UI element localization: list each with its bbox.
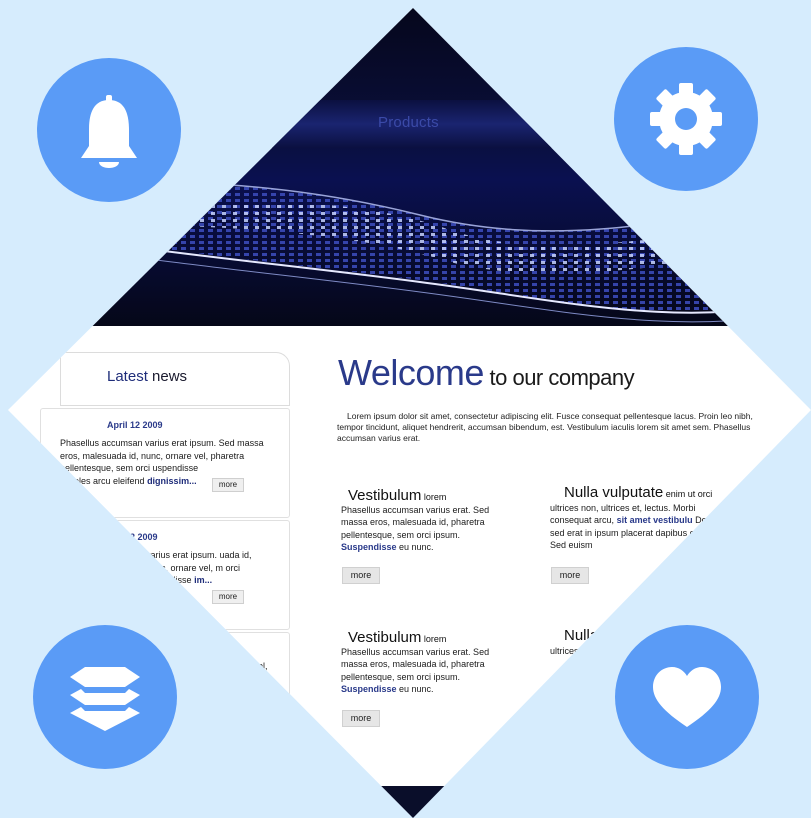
- gear-icon: [650, 83, 722, 155]
- block-link[interactable]: Suspendisse: [341, 542, 397, 552]
- block-more-button[interactable]: more: [342, 710, 380, 727]
- block-link[interactable]: sit amet vestibulu: [617, 515, 693, 525]
- block-text: ultrices non, ultrices et, lectus. Morbi…: [550, 502, 730, 551]
- block-title-main: Vestibulum: [348, 487, 422, 504]
- block-text: Phasellus accumsan varius erat. Sed mass…: [341, 646, 501, 695]
- block-text: Phasellus accumsan varius erat. Sed mass…: [341, 504, 501, 553]
- news-read-link[interactable]: im...: [194, 575, 212, 585]
- welcome-sub: to our company: [483, 365, 635, 390]
- news-more-button[interactable]: more: [212, 478, 244, 492]
- block-title-main: Nulla vulputate: [564, 484, 664, 501]
- block-title: Vestibulum lorem: [348, 629, 446, 646]
- news-more-button[interactable]: more: [212, 590, 244, 604]
- latest-news-title-part1: Latest: [107, 368, 148, 385]
- news-date: April 12 2009: [107, 420, 163, 430]
- block-title-small: lorem: [421, 492, 447, 502]
- block-body: Phasellus accumsan varius erat. Sed mass…: [341, 505, 490, 540]
- block-title: Nulla: [564, 627, 599, 644]
- news-text-tail: eles arcu eleifend dignissim...: [74, 475, 197, 488]
- block-body-end: eu nunc.: [396, 683, 434, 694]
- news-text: Phasellus accumsan varius erat ipsum. Se…: [60, 437, 280, 475]
- block-title-small: lorem: [421, 634, 447, 644]
- bell-icon: [81, 95, 137, 168]
- block-title-small: enim ut orci: [663, 489, 713, 499]
- intro-text: Lorem ipsum dolor sit amet, consectetur …: [337, 411, 753, 443]
- block-title: Vestibulum lorem: [348, 487, 446, 504]
- nav-products-link[interactable]: Products: [378, 114, 439, 131]
- news-tail: eles arcu eleifend: [74, 476, 145, 486]
- latest-news-title: Latest news: [107, 368, 187, 385]
- block-link[interactable]: Suspendisse: [341, 684, 397, 694]
- welcome-big: Welcome: [338, 352, 484, 393]
- layers-icon: [70, 667, 140, 731]
- block-body: Phasellus accumsan varius erat. Sed mass…: [341, 647, 490, 682]
- block-more-button[interactable]: more: [342, 567, 380, 584]
- welcome-heading: Welcome to our company: [338, 352, 635, 394]
- block-body-end: eu nunc.: [396, 541, 434, 552]
- block-more-button[interactable]: more: [551, 567, 589, 584]
- news-text: el,: [258, 661, 268, 671]
- site-footer: [8, 786, 811, 818]
- latest-news-title-part2: news: [147, 368, 188, 385]
- news-read-link[interactable]: dignissim...: [147, 476, 197, 486]
- block-title-main: Vestibulum: [348, 629, 422, 646]
- gear-circle[interactable]: [614, 47, 758, 191]
- news-body: Phasellus accumsan varius erat ipsum. Se…: [60, 438, 264, 473]
- layers-circle[interactable]: [33, 625, 177, 769]
- heart-circle[interactable]: [615, 625, 759, 769]
- bell-circle[interactable]: [37, 58, 181, 202]
- news-text: varius erat ipsum. uada id, nunc, ornare…: [146, 549, 276, 587]
- heart-icon: [653, 667, 721, 727]
- block-title: Nulla vulputate enim ut orci: [564, 484, 712, 501]
- news-date: 12 2009: [125, 532, 158, 542]
